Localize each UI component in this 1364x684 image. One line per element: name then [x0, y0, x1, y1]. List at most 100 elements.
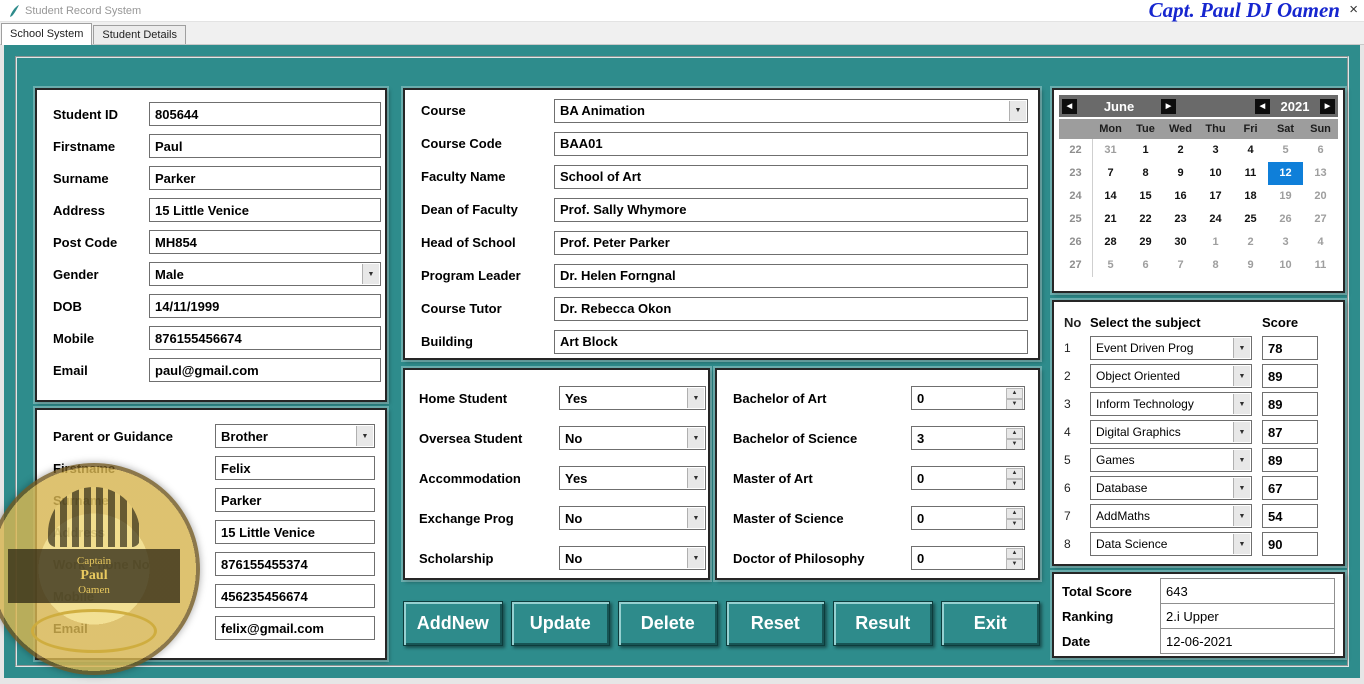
- calendar-day[interactable]: 10: [1268, 254, 1303, 277]
- spin-up-icon[interactable]: ▲: [1006, 428, 1023, 439]
- chevron-down-icon[interactable]: ▼: [687, 428, 704, 448]
- calendar-day[interactable]: 1: [1128, 139, 1163, 162]
- tab-student-details[interactable]: Student Details: [93, 25, 186, 44]
- calendar-day[interactable]: 22: [1128, 208, 1163, 231]
- calendar-day[interactable]: 31: [1093, 139, 1128, 162]
- oversea-student-combo[interactable]: No ▼: [559, 426, 706, 450]
- exchange-prog-combo[interactable]: No ▼: [559, 506, 706, 530]
- email-input[interactable]: felix@gmail.com: [215, 616, 375, 640]
- calendar-day[interactable]: 7: [1163, 254, 1198, 277]
- next-year-button[interactable]: ▶: [1320, 98, 1335, 114]
- chevron-down-icon[interactable]: ▼: [1233, 366, 1250, 386]
- subject-score-input[interactable]: 78: [1262, 336, 1318, 360]
- post-code-input[interactable]: MH854: [149, 230, 381, 254]
- calendar-day[interactable]: 27: [1303, 208, 1338, 231]
- calendar-day[interactable]: 5: [1093, 254, 1128, 277]
- ranking-value[interactable]: 2.i Upper: [1160, 603, 1335, 629]
- spin-up-icon[interactable]: ▲: [1006, 508, 1023, 519]
- chevron-down-icon[interactable]: ▼: [1233, 534, 1250, 554]
- chevron-down-icon[interactable]: ▼: [1233, 506, 1250, 526]
- result-button[interactable]: Result: [833, 601, 933, 646]
- chevron-down-icon[interactable]: ▼: [1009, 100, 1026, 121]
- calendar-day[interactable]: 24: [1198, 208, 1233, 231]
- calendar-day[interactable]: 2: [1233, 231, 1268, 254]
- calendar-day[interactable]: 6: [1303, 139, 1338, 162]
- calendar-day[interactable]: 30: [1163, 231, 1198, 254]
- master-of-science-spinner[interactable]: 0 ▲ ▼: [911, 506, 1025, 530]
- master-of-art-spinner[interactable]: 0 ▲ ▼: [911, 466, 1025, 490]
- surname-input[interactable]: Parker: [149, 166, 381, 190]
- calendar-day[interactable]: 5: [1268, 139, 1303, 162]
- next-month-button[interactable]: ▶: [1161, 98, 1176, 114]
- chevron-down-icon[interactable]: ▼: [687, 548, 704, 568]
- calendar-day[interactable]: 1: [1198, 231, 1233, 254]
- chevron-down-icon[interactable]: ▼: [687, 508, 704, 528]
- subject-combo[interactable]: AddMaths ▼: [1090, 504, 1252, 528]
- scholarship-combo[interactable]: No ▼: [559, 546, 706, 570]
- subject-combo[interactable]: Digital Graphics ▼: [1090, 420, 1252, 444]
- program-leader-input[interactable]: Dr. Helen Forngnal: [554, 263, 1028, 288]
- calendar-day[interactable]: 8: [1198, 254, 1233, 277]
- calendar-day[interactable]: 11: [1303, 254, 1338, 277]
- calendar-day[interactable]: 8: [1128, 162, 1163, 185]
- chevron-down-icon[interactable]: ▼: [1233, 478, 1250, 498]
- tab-school-system[interactable]: School System: [1, 23, 93, 45]
- building-input[interactable]: Art Block: [554, 329, 1028, 354]
- subject-score-input[interactable]: 54: [1262, 504, 1318, 528]
- mobile-input[interactable]: 876155456674: [149, 326, 381, 350]
- prev-year-button[interactable]: ◀: [1255, 98, 1270, 114]
- update-button[interactable]: Update: [510, 601, 610, 646]
- bachelor-of-art-spinner[interactable]: 0 ▲ ▼: [911, 386, 1025, 410]
- calendar-day[interactable]: 2: [1163, 139, 1198, 162]
- calendar-day[interactable]: 25: [1233, 208, 1268, 231]
- bachelor-of-science-spinner[interactable]: 3 ▲ ▼: [911, 426, 1025, 450]
- calendar-day[interactable]: 4: [1303, 231, 1338, 254]
- addnew-button[interactable]: AddNew: [403, 601, 503, 646]
- spinner-buttons[interactable]: ▲ ▼: [1006, 548, 1023, 569]
- address-input[interactable]: 15 Little Venice: [149, 198, 381, 222]
- delete-button[interactable]: Delete: [618, 601, 718, 646]
- subject-score-input[interactable]: 89: [1262, 392, 1318, 416]
- subject-combo[interactable]: Inform Technology ▼: [1090, 392, 1252, 416]
- calendar-day[interactable]: 11: [1233, 162, 1268, 185]
- student-id-input[interactable]: 805644: [149, 102, 381, 126]
- course-combo[interactable]: BA Animation ▼: [554, 98, 1028, 123]
- chevron-down-icon[interactable]: ▼: [362, 264, 379, 284]
- calendar-day[interactable]: 12: [1268, 162, 1303, 185]
- chevron-down-icon[interactable]: ▼: [1233, 394, 1250, 414]
- course-tutor-input[interactable]: Dr. Rebecca Okon: [554, 296, 1028, 321]
- calendar-day[interactable]: 14: [1093, 185, 1128, 208]
- accommodation-combo[interactable]: Yes ▼: [559, 466, 706, 490]
- exit-button[interactable]: Exit: [940, 601, 1040, 646]
- total-score-value[interactable]: 643: [1160, 578, 1335, 604]
- work-phone-no-input[interactable]: 876155455374: [215, 552, 375, 576]
- course-code-input[interactable]: BAA01: [554, 131, 1028, 156]
- spin-down-icon[interactable]: ▼: [1006, 559, 1023, 569]
- calendar-day[interactable]: 10: [1198, 162, 1233, 185]
- spin-down-icon[interactable]: ▼: [1006, 519, 1023, 529]
- calendar-day[interactable]: 13: [1303, 162, 1338, 185]
- firstname-input[interactable]: Felix: [215, 456, 375, 480]
- date-value[interactable]: 12-06-2021: [1160, 628, 1335, 654]
- subject-score-input[interactable]: 67: [1262, 476, 1318, 500]
- calendar-day[interactable]: 21: [1093, 208, 1128, 231]
- spin-down-icon[interactable]: ▼: [1006, 439, 1023, 449]
- calendar-day[interactable]: 4: [1233, 139, 1268, 162]
- chevron-down-icon[interactable]: ▼: [356, 426, 373, 446]
- subject-score-input[interactable]: 89: [1262, 448, 1318, 472]
- calendar-day[interactable]: 26: [1268, 208, 1303, 231]
- chevron-down-icon[interactable]: ▼: [1233, 422, 1250, 442]
- subject-score-input[interactable]: 87: [1262, 420, 1318, 444]
- calendar-day[interactable]: 6: [1128, 254, 1163, 277]
- calendar-day[interactable]: 16: [1163, 185, 1198, 208]
- spin-up-icon[interactable]: ▲: [1006, 468, 1023, 479]
- close-button[interactable]: ×: [1349, 0, 1358, 20]
- calendar-day[interactable]: 28: [1093, 231, 1128, 254]
- subject-combo[interactable]: Event Driven Prog ▼: [1090, 336, 1252, 360]
- address-input[interactable]: 15 Little Venice: [215, 520, 375, 544]
- calendar-day[interactable]: 3: [1268, 231, 1303, 254]
- subject-combo[interactable]: Object Oriented ▼: [1090, 364, 1252, 388]
- calendar-day[interactable]: 9: [1163, 162, 1198, 185]
- head-of-school-input[interactable]: Prof. Peter Parker: [554, 230, 1028, 255]
- spin-up-icon[interactable]: ▲: [1006, 388, 1023, 399]
